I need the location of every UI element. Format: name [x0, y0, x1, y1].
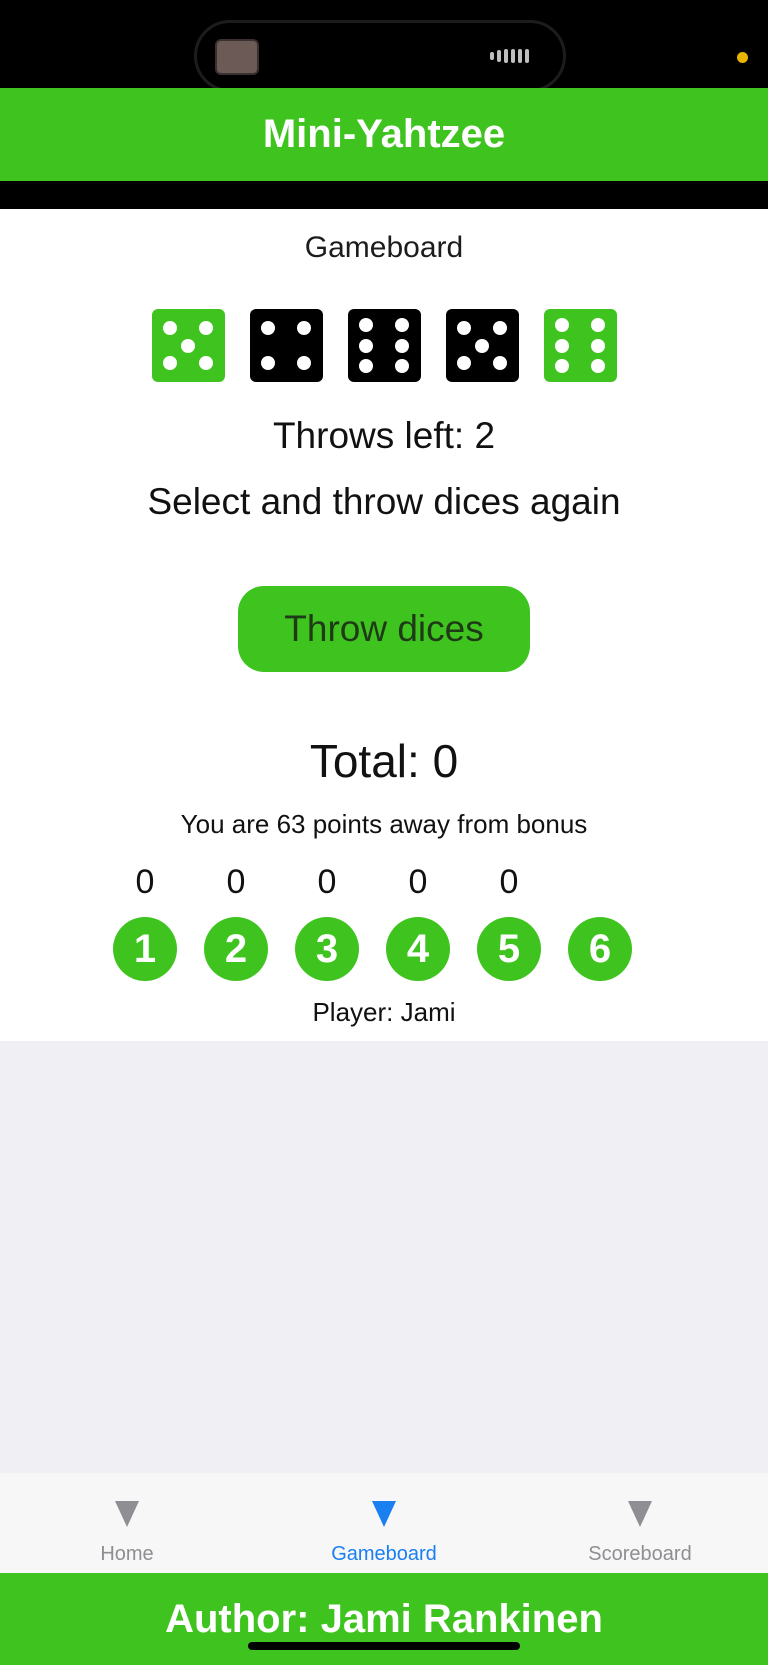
author-text: Author: Jami Rankinen — [165, 1596, 603, 1641]
number-4-button[interactable]: 4 — [386, 917, 450, 981]
throws-left-text: Throws left: 2 — [272, 415, 496, 456]
die-pip — [492, 356, 507, 371]
number-6-button[interactable]: 6 — [568, 917, 632, 981]
scoreboard-tab-icon — [628, 1501, 652, 1527]
camera-indicator-icon — [737, 52, 748, 63]
points-row: 0 0 0 0 0 — [113, 863, 541, 902]
points-value-5: 0 — [499, 863, 519, 901]
points-value-2: 0 — [226, 863, 246, 901]
die-pip — [590, 338, 605, 353]
tab-bar: Home Gameboard Scoreboard — [0, 1473, 768, 1573]
die-1-button[interactable] — [151, 309, 225, 382]
tab-scoreboard[interactable]: Scoreboard — [540, 1473, 740, 1573]
header-divider — [0, 181, 768, 209]
tab-gameboard-label: Gameboard — [331, 1543, 437, 1565]
die-pip — [457, 356, 472, 371]
die-5-button[interactable] — [543, 309, 617, 382]
now-playing-thumbnail — [215, 39, 259, 75]
tab-home-label: Home — [100, 1543, 154, 1565]
die-pip — [261, 356, 276, 371]
tab-home[interactable]: Home — [27, 1473, 227, 1573]
gameboard-tab-icon — [372, 1501, 396, 1527]
audio-bars-icon — [490, 49, 529, 63]
die-pip — [181, 338, 195, 353]
die-pip — [590, 358, 605, 373]
home-indicator — [248, 1642, 520, 1650]
number-2-button[interactable]: 2 — [204, 917, 268, 981]
die-pip — [394, 338, 409, 353]
number-5-button[interactable]: 5 — [477, 917, 541, 981]
home-tab-icon — [115, 1501, 139, 1527]
tab-scoreboard-label: Scoreboard — [588, 1543, 692, 1565]
number-3-button[interactable]: 3 — [295, 917, 359, 981]
die-pip — [492, 320, 507, 335]
die-pip — [296, 356, 311, 371]
bonus-info: You are 63 points away from bonus — [180, 809, 588, 839]
throw-dices-button[interactable]: Throw dices — [238, 586, 530, 672]
total-score: Total: 0 — [309, 735, 459, 787]
die-pip — [590, 318, 605, 333]
die-pip — [475, 338, 489, 353]
player-name: Player: Jami — [312, 997, 456, 1027]
die-pip — [163, 320, 178, 335]
die-pip — [359, 358, 374, 373]
die-pip — [261, 320, 276, 335]
die-pip — [296, 320, 311, 335]
app-title: Mini-Yahtzee — [262, 112, 506, 156]
die-3-button[interactable] — [347, 309, 421, 382]
die-pip — [198, 320, 213, 335]
game-status-text: Select and throw dices again — [147, 481, 621, 522]
die-4-button[interactable] — [445, 309, 519, 382]
number-1-button[interactable]: 1 — [113, 917, 177, 981]
status-bar — [0, 0, 768, 92]
die-pip — [394, 318, 409, 333]
die-pip — [457, 320, 472, 335]
dynamic-island — [194, 20, 566, 92]
app-header: Mini-Yahtzee — [0, 88, 768, 181]
points-value-1: 0 — [135, 863, 155, 901]
die-2-button[interactable] — [249, 309, 323, 382]
app-footer: Author: Jami Rankinen — [0, 1573, 768, 1665]
dice-row — [0, 309, 768, 382]
die-pip — [198, 356, 213, 371]
die-pip — [359, 318, 374, 333]
points-value-4: 0 — [408, 863, 428, 901]
number-selector: 1 2 3 4 5 6 — [113, 917, 632, 981]
gameboard-card: Gameboard Throws left: 2 Select and thro… — [0, 209, 768, 1041]
die-pip — [555, 338, 570, 353]
tab-gameboard[interactable]: Gameboard — [284, 1473, 484, 1573]
die-pip — [359, 338, 374, 353]
page-title: Gameboard — [304, 231, 464, 264]
die-pip — [555, 358, 570, 373]
die-pip — [555, 318, 570, 333]
die-pip — [394, 358, 409, 373]
points-value-3: 0 — [317, 863, 337, 901]
die-pip — [163, 356, 178, 371]
